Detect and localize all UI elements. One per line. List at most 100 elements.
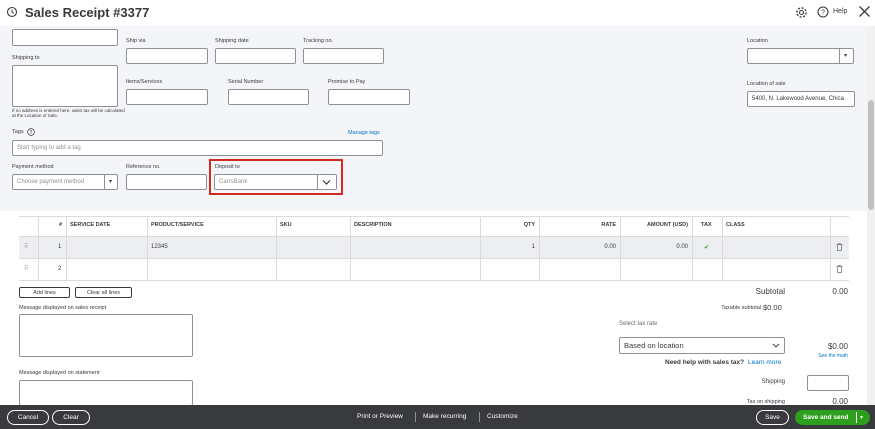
chevron-down-icon[interactable] xyxy=(322,178,331,186)
title-bar: Sales Receipt #3377 ? Help xyxy=(0,0,875,26)
save-and-send-button[interactable]: Save and send ▾ xyxy=(795,410,870,425)
location-select[interactable]: ▾ xyxy=(747,48,854,64)
need-help-text: Need help with sales tax? xyxy=(665,359,745,366)
see-the-math-link[interactable]: See the math xyxy=(800,353,848,359)
clear-button[interactable]: Clear xyxy=(52,410,90,425)
tax-rate-value: Based on location xyxy=(624,341,684,350)
statement-message-field[interactable] xyxy=(19,380,193,406)
info-icon[interactable]: ? xyxy=(27,128,35,136)
chevron-down-icon[interactable]: ▾ xyxy=(844,52,847,59)
scrollbar-track[interactable] xyxy=(867,26,875,405)
deposit-dropdown-divider xyxy=(317,175,318,189)
trash-icon[interactable] xyxy=(836,243,843,251)
deposit-to-select[interactable]: CarrsBank xyxy=(214,174,337,190)
serial-number-label: Serial Number xyxy=(228,79,264,85)
save-and-send-label: Save and send xyxy=(803,414,849,421)
receipt-message-field[interactable] xyxy=(19,314,193,357)
row-product[interactable]: 12345 xyxy=(151,244,168,250)
row-num: 1 xyxy=(58,244,62,250)
col-divider xyxy=(38,216,39,280)
items-services-label: Items/Services xyxy=(126,79,163,85)
ship-via-label: Ship via xyxy=(126,38,146,44)
promise-to-pay-field[interactable] xyxy=(328,89,410,105)
shipping-address-field[interactable] xyxy=(12,65,118,107)
learn-more-link[interactable]: Learn more xyxy=(748,359,781,366)
row-rate[interactable]: 0.00 xyxy=(590,244,616,250)
save-button[interactable]: Save xyxy=(756,410,789,425)
tax-check-icon[interactable]: ✔ xyxy=(704,244,709,251)
caret-down-icon[interactable]: ▾ xyxy=(860,414,863,421)
drag-handle-icon[interactable]: ⠿ xyxy=(24,243,28,250)
help-icon[interactable]: ? xyxy=(817,6,829,18)
col-header-product: PRODUCT/SERVICE xyxy=(151,222,204,228)
col-header-amount: AMOUNT (USD) xyxy=(647,222,688,228)
location-label: Location xyxy=(747,38,768,44)
add-lines-button[interactable]: Add lines xyxy=(19,287,70,298)
shipping-label: Shipping xyxy=(761,379,785,385)
col-header-description: DESCRIPTION xyxy=(354,222,392,228)
customer-email-field[interactable] xyxy=(12,29,118,46)
shipping-amount-field[interactable] xyxy=(807,375,849,391)
col-header-sku: SKU xyxy=(280,222,292,228)
chevron-down-icon[interactable]: ▾ xyxy=(109,178,112,185)
location-of-sale-label: Location of sale xyxy=(747,81,786,87)
deposit-to-value: CarrsBank xyxy=(219,179,248,185)
table-top-border xyxy=(19,216,849,217)
cancel-button[interactable]: Cancel xyxy=(7,410,49,425)
subtotal-label: Subtotal xyxy=(755,287,785,296)
close-icon[interactable] xyxy=(858,5,871,18)
history-icon[interactable] xyxy=(6,6,18,18)
select-tax-rate-label: Select tax rate xyxy=(619,321,658,327)
row-divider xyxy=(19,236,849,237)
clear-all-lines-button[interactable]: Clear all lines xyxy=(75,287,132,298)
print-preview-link[interactable]: Print or Preview xyxy=(357,413,403,420)
serial-number-field[interactable] xyxy=(228,89,309,105)
footer-divider xyxy=(415,412,416,422)
help-link[interactable]: Help xyxy=(833,8,847,15)
manage-tags-link[interactable]: Manage tags xyxy=(348,130,380,136)
shipping-date-field[interactable] xyxy=(215,48,296,64)
col-divider xyxy=(147,216,148,280)
make-recurring-link[interactable]: Make recurring xyxy=(423,413,466,420)
subtotal-value: 0.00 xyxy=(832,287,848,296)
payment-dropdown-divider xyxy=(104,175,105,189)
location-dropdown-divider xyxy=(839,49,840,63)
location-of-sale-field[interactable]: 5400, N. Lakewood Avenue, Chica xyxy=(747,91,855,107)
row-amount[interactable]: 0.00 xyxy=(640,244,688,250)
tracking-no-field[interactable] xyxy=(303,48,384,64)
ship-via-field[interactable] xyxy=(126,48,208,64)
drag-handle-icon[interactable]: ⠿ xyxy=(24,265,28,272)
statement-message-label: Message displayed on statement xyxy=(19,370,100,376)
col-divider xyxy=(276,216,277,280)
customize-link[interactable]: Customize xyxy=(487,413,518,420)
page-title: Sales Receipt #3377 xyxy=(25,5,150,20)
payment-method-label: Payment method xyxy=(12,164,54,170)
col-divider xyxy=(66,216,67,280)
tax-rate-select[interactable]: Based on location xyxy=(619,337,785,354)
scrollbar-thumb[interactable] xyxy=(868,100,874,210)
taxable-subtotal-label: Taxable subtotal xyxy=(721,305,761,311)
col-header-service-date: SERVICE DATE xyxy=(70,222,111,228)
col-header-rate: RATE xyxy=(601,222,616,228)
tags-input[interactable]: Start typing to add a tag xyxy=(12,140,383,156)
reference-no-field[interactable] xyxy=(126,174,207,190)
table-row[interactable] xyxy=(19,237,849,259)
row-num: 2 xyxy=(58,266,62,272)
col-divider xyxy=(722,216,723,280)
footer-bar: Cancel Clear Print or Preview Make recur… xyxy=(0,405,875,429)
address-note: If no address is entered here, sales tax… xyxy=(12,108,125,118)
tags-label: Tags xyxy=(12,129,24,135)
reference-no-label: Reference no. xyxy=(126,164,161,170)
row-qty[interactable]: 1 xyxy=(520,244,535,250)
chevron-down-icon[interactable] xyxy=(772,342,780,349)
row-divider xyxy=(19,258,849,259)
items-services-field[interactable] xyxy=(126,89,208,105)
col-divider xyxy=(620,216,621,280)
gear-icon[interactable] xyxy=(795,6,808,19)
split-divider xyxy=(856,412,857,423)
promise-to-pay-label: Promise to Pay xyxy=(328,79,366,85)
col-divider xyxy=(480,216,481,280)
deposit-to-label: Deposit to xyxy=(215,164,240,170)
payment-method-select[interactable]: Choose payment method ▾ xyxy=(12,174,118,190)
trash-icon[interactable] xyxy=(836,265,843,273)
